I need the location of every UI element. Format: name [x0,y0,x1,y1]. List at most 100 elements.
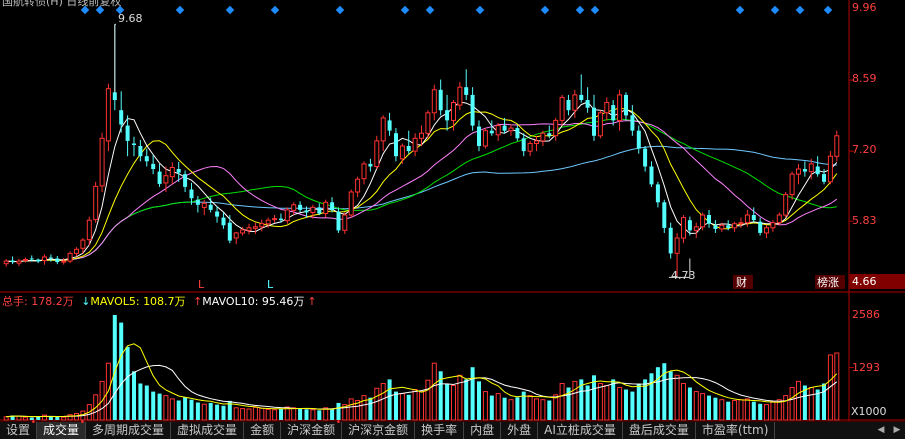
volume-bar [380,383,386,421]
candle-body [55,258,60,263]
candle-body [183,174,188,187]
indicator-tab[interactable]: 内盘 [464,422,502,439]
candle-body [227,222,232,241]
volume-axis-unit-label: X1000 [851,405,887,418]
indicator-tab[interactable]: 换手率 [415,422,465,439]
candle-body [317,207,322,214]
indicator-tab-label: 内盘 [470,423,495,437]
candle-body [419,132,424,139]
volume-bar [132,371,136,420]
volume-bar [713,397,718,420]
indicator-tab[interactable]: 成交量 • [37,419,87,439]
volume-bar [431,362,437,421]
volume-bar [726,401,731,420]
chart-canvas[interactable]: 国航转债(H) 日线前复权 9.96 8.59 7.20 5.83 4.66 9… [0,0,905,421]
candle-body [36,259,41,262]
candle-body [617,94,623,122]
volume-bar [16,415,22,421]
ranking-badge-label: 榜涨 [817,275,839,289]
volume-bar [259,407,265,421]
candle-body [3,260,9,265]
candle-body [540,132,546,142]
candle-body [138,146,143,157]
indicator-tab[interactable]: AI立桩成交量 [538,422,623,439]
indicator-tab[interactable]: 沪深京金额 [342,422,416,439]
volume-bar [387,379,392,420]
candle-body [119,110,124,125]
volume-bar [265,408,271,421]
candle-body [48,257,53,259]
volume-bar [482,391,488,421]
candle-body [592,107,596,136]
indicator-tab[interactable]: 金额 [244,422,282,439]
volume-bar [611,379,616,420]
indicator-tab[interactable]: 盘后成交量 [623,422,696,439]
price-axis-top-label: 9.96 [852,1,877,14]
indicator-tab-label: 沪深金额 [287,423,336,437]
volume-bar [195,402,200,420]
tab-indicator-dot-icon: • [30,418,37,428]
volume-total-value: 178.2万 [31,295,74,308]
candle-body [713,225,718,229]
volume-bar [201,403,207,421]
indicator-tab-label: 设置 [6,423,31,437]
candle-body [10,260,15,262]
stock-chart[interactable]: 国航转债(H) 日线前复权 9.96 8.59 7.20 5.83 4.66 9… [0,0,905,438]
volume-bar [693,391,699,421]
volume-bar [215,404,220,420]
candle-body [438,89,443,111]
volume-bar [317,410,322,420]
volume-bar [55,416,60,420]
candle-body [719,224,725,230]
candle-body [502,125,507,131]
signal-marker-l: L [198,278,205,291]
indicator-tab[interactable]: 设置 • [0,418,38,439]
candle-body [157,171,162,184]
volume-bar [176,400,181,420]
candle-body [624,94,628,116]
volume-bar [508,399,514,421]
volume-bar [834,352,840,421]
mavol5-label: MAVOL5 [90,295,135,308]
candle-body [751,215,756,221]
candle-body [233,232,239,239]
indicator-tab[interactable]: 多周期成交量 [86,422,172,439]
triangle-right-icon[interactable]: ▶ [889,422,905,439]
volume-bar [789,387,795,421]
mavol5-arrow-icon: ↓ [81,295,90,308]
indicator-tab[interactable]: 沪深金额 • [281,419,343,439]
candle-body [151,163,156,169]
candle-body [252,226,258,229]
candle-body [508,127,514,132]
indicator-tab[interactable]: 市盈率(ttm) [696,422,776,439]
volume-bar [406,394,411,420]
indicator-tab[interactable]: 虚拟成交量 [171,422,245,439]
candle-body [380,117,386,142]
candle-body [687,220,692,231]
candle-body [93,185,99,221]
indicator-tab[interactable]: 外盘 [501,422,539,439]
candle-body [636,130,641,149]
volume-bar [662,363,667,420]
volume-bar [272,409,278,421]
triangle-left-icon[interactable]: ◀ [873,422,889,439]
candle-body [342,214,348,231]
volume-bar [822,383,826,420]
candle-body [515,128,520,139]
candle-body [201,202,207,208]
candle-body [630,115,635,131]
candle-body [579,94,584,100]
candle-body [783,194,789,216]
volume-bar [796,380,801,421]
indicator-tab-label: 外盘 [507,423,532,437]
candle-body [527,143,533,152]
candle-body [272,218,278,221]
candle-body [304,210,309,213]
volume-bar [744,398,750,421]
volume-bar [445,383,450,420]
volume-bar [138,383,143,420]
volume-bar [169,398,175,421]
volume-bar [330,408,335,420]
volume-bar [751,401,756,420]
candle-body [16,260,22,264]
